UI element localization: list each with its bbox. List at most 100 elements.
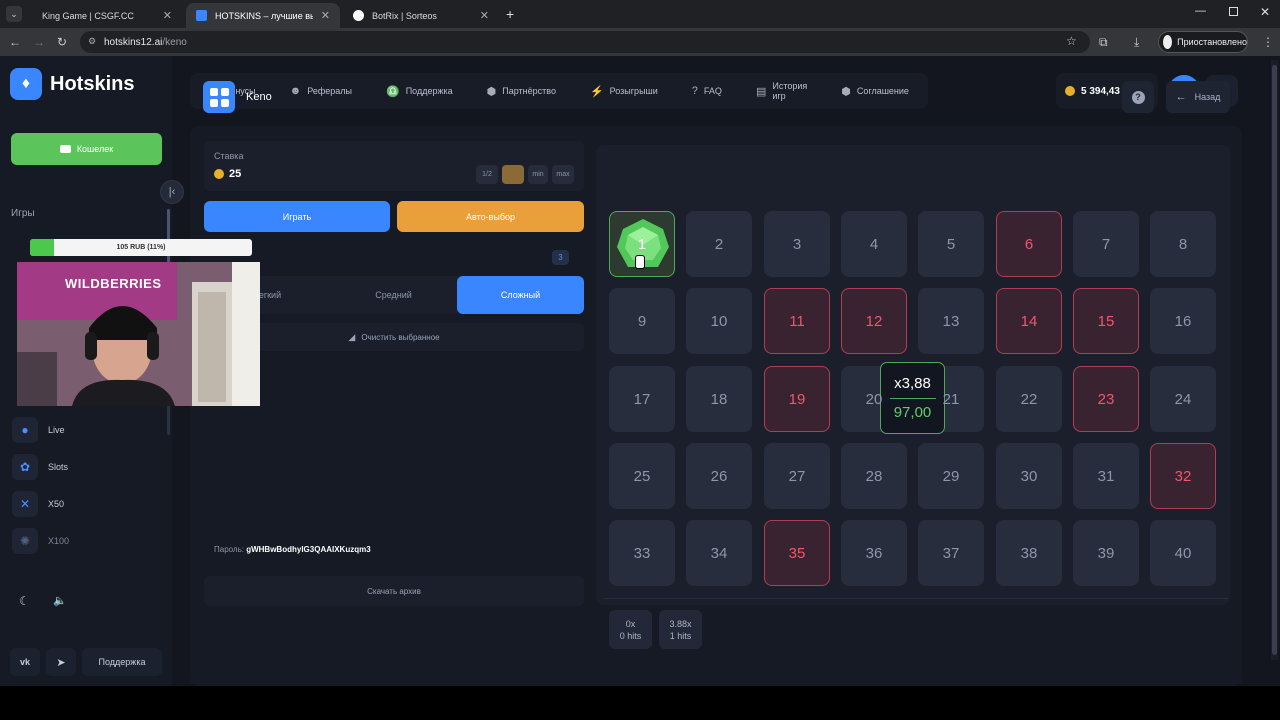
dark-mode-moon-icon[interactable]: ☾ <box>19 594 30 608</box>
keno-cell-selected[interactable]: 14 <box>996 288 1062 354</box>
support-button[interactable]: Поддержка <box>82 648 162 676</box>
back-arrow-icon[interactable]: ← <box>9 35 21 49</box>
back-button[interactable]: ← Назад <box>1166 81 1230 113</box>
download-icon[interactable]: ⤓ <box>1134 35 1139 49</box>
browser-tab-botrix[interactable]: BotRix | Sorteos ✕ <box>343 3 499 28</box>
keno-cell[interactable]: 7 <box>1073 211 1139 277</box>
keno-cell[interactable]: 29 <box>918 443 984 509</box>
keno-cell[interactable]: 8 <box>1150 211 1216 277</box>
close-icon[interactable]: ✕ <box>321 9 330 22</box>
tab-list-button[interactable]: ⌄ <box>6 6 22 22</box>
bet-min-button[interactable]: min <box>528 165 548 184</box>
keno-cell[interactable]: 3 <box>764 211 830 277</box>
vk-icon[interactable]: vk <box>10 648 40 676</box>
close-icon[interactable]: ✕ <box>480 9 489 22</box>
logo[interactable]: ♦ Hotskins <box>10 68 134 100</box>
tab-title: BotRix | Sorteos <box>372 10 437 21</box>
keno-cell[interactable]: 2 <box>686 211 752 277</box>
bet-max-button[interactable]: max <box>552 165 574 184</box>
profile-paused-button[interactable]: Приостановлено <box>1158 31 1248 53</box>
reload-icon[interactable]: ↻ <box>57 35 67 49</box>
nav-label: Поддержка <box>405 86 453 96</box>
keno-cell[interactable]: 28 <box>841 443 907 509</box>
page-scrollbar[interactable] <box>1271 60 1278 660</box>
keno-cell[interactable]: 37 <box>918 520 984 586</box>
close-window-icon[interactable]: ✕ <box>1260 5 1270 19</box>
keno-cell[interactable]: 31 <box>1073 443 1139 509</box>
url-input[interactable]: ⚙ hotskins12.ai/keno ☆ <box>80 31 1090 53</box>
keno-cell[interactable]: 30 <box>996 443 1062 509</box>
keno-cell-selected[interactable]: 15 <box>1073 288 1139 354</box>
keno-cell[interactable]: 5 <box>918 211 984 277</box>
keno-cell-selected[interactable]: 11 <box>764 288 830 354</box>
sidebar-item-x50[interactable]: ✕ X50 <box>12 490 64 518</box>
keno-cell[interactable]: 27 <box>764 443 830 509</box>
site-info-icon[interactable]: ⚙ <box>88 36 96 47</box>
keno-cell-selected[interactable]: 35 <box>764 520 830 586</box>
broom-icon: ◢ <box>348 331 356 342</box>
extensions-icon[interactable]: ⧉ <box>1099 35 1108 49</box>
handshake-icon: ⬢ <box>486 85 497 98</box>
collapse-sidebar-icon[interactable]: |‹ <box>160 180 184 204</box>
close-icon[interactable]: ✕ <box>163 9 172 22</box>
forward-arrow-icon[interactable]: → <box>33 35 45 49</box>
keno-cell[interactable]: 18 <box>686 366 752 432</box>
keno-cell-selected[interactable]: 23 <box>1073 366 1139 432</box>
nav-faq[interactable]: ? FAQ <box>692 85 722 97</box>
download-archive-button[interactable]: Скачать архив <box>204 576 584 606</box>
nav-support[interactable]: ♎ Поддержка <box>386 85 453 98</box>
sidebar-item-x100[interactable]: ✺ X100 <box>12 527 69 555</box>
keno-cell[interactable]: 9 <box>609 288 675 354</box>
keno-cell-selected[interactable]: 32 <box>1150 443 1216 509</box>
bet-double-button[interactable]: x2 <box>502 165 524 184</box>
sidebar-item-slots[interactable]: ✿ Slots <box>12 453 68 481</box>
restore-icon[interactable] <box>1229 7 1238 16</box>
keno-cell[interactable]: 4 <box>841 211 907 277</box>
keno-cell[interactable]: 39 <box>1073 520 1139 586</box>
sidebar-item-live[interactable]: ● Live <box>12 416 65 444</box>
nav-referrals[interactable]: ☻ Рефералы <box>290 85 352 97</box>
keno-cell-number: 36 <box>865 544 883 562</box>
keno-cell-selected[interactable]: 12 <box>841 288 907 354</box>
keno-cell[interactable]: 17 <box>609 366 675 432</box>
more-menu-icon[interactable]: ⋮ <box>1262 35 1274 49</box>
bet-field[interactable]: Ставка 25 1/2 x2 min max <box>204 141 584 191</box>
auto-select-button[interactable]: Авто-выбор <box>397 201 584 232</box>
keno-cell[interactable]: 10 <box>686 288 752 354</box>
sound-icon[interactable]: 🔈 <box>53 594 67 607</box>
browser-tab-csgf[interactable]: King Game | CSGF.CC ✕ <box>32 3 182 28</box>
nav-agreement[interactable]: ⬢ Соглашение <box>841 85 909 98</box>
keno-cell[interactable]: 40 <box>1150 520 1216 586</box>
bet-value: 25 <box>214 168 241 180</box>
keno-cell[interactable]: 36 <box>841 520 907 586</box>
keno-cell-selected[interactable]: 19 <box>764 366 830 432</box>
new-tab-plus-icon[interactable]: + <box>506 6 514 22</box>
telegram-icon[interactable]: ➤ <box>46 648 76 676</box>
coin-icon <box>214 169 224 179</box>
minimize-icon[interactable]: — <box>1195 5 1206 17</box>
keno-cell[interactable]: 16 <box>1150 288 1216 354</box>
bet-half-button[interactable]: 1/2 <box>476 165 498 184</box>
keno-cell[interactable]: 24 <box>1150 366 1216 432</box>
wallet-button[interactable]: Кошелек <box>11 133 162 165</box>
keno-cell[interactable]: 34 <box>686 520 752 586</box>
clear-selection-button[interactable]: ◢ Очистить выбранное <box>204 323 584 351</box>
keno-cell[interactable]: 25 <box>609 443 675 509</box>
nav-giveaways[interactable]: ⚡ Розыгрыши <box>590 85 658 98</box>
nav-partnership[interactable]: ⬢ Партнёрство <box>487 85 556 98</box>
keno-cell-selected[interactable]: 6 <box>996 211 1062 277</box>
keno-cell-number: 39 <box>1097 544 1115 562</box>
keno-cell[interactable]: 22 <box>996 366 1062 432</box>
nav-game-history[interactable]: ▤ История игр <box>756 81 807 101</box>
risk-hard-option[interactable]: Сложный <box>457 276 584 314</box>
keno-cell[interactable]: 13 <box>918 288 984 354</box>
play-button[interactable]: Играть <box>204 201 390 232</box>
help-button[interactable]: ? <box>1122 81 1154 113</box>
keno-cell[interactable]: 26 <box>686 443 752 509</box>
browser-tab-hotskins[interactable]: HOTSKINS – лучшие выигрыш ✕ <box>186 3 340 28</box>
keno-cell[interactable]: 33 <box>609 520 675 586</box>
bookmark-star-icon[interactable]: ☆ <box>1066 34 1077 48</box>
risk-medium-option[interactable]: Средний <box>330 276 457 314</box>
keno-cell[interactable]: 38 <box>996 520 1062 586</box>
coin-icon <box>1065 86 1075 96</box>
